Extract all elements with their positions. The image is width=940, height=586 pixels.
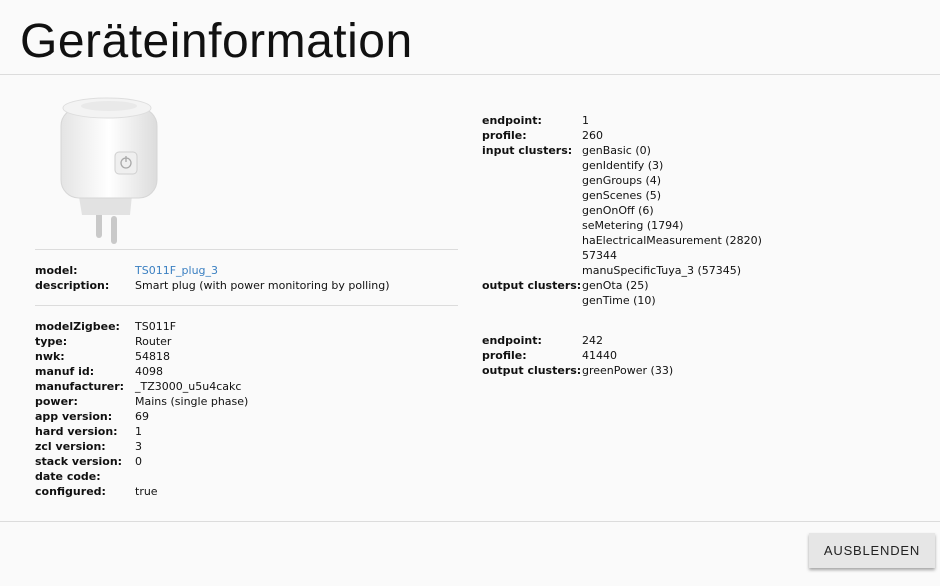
detail-row: type: Router (35, 334, 248, 349)
cluster-item: genIdentify (3) (582, 159, 664, 172)
detail-row: manufacturer: _TZ3000_u5u4cakc (35, 379, 248, 394)
detail-label: type: (35, 335, 68, 348)
endpoint-value: 242 (582, 334, 603, 347)
endpoint-block: endpoint: 1 profile: 260 input clusters: g… (482, 113, 762, 308)
detail-row: manuf id: 4098 (35, 364, 248, 379)
detail-value: 4098 (135, 365, 163, 378)
detail-row: nwk: 54818 (35, 349, 248, 364)
hide-button[interactable]: AUSBLENDEN (809, 533, 935, 568)
output-clusters-list: greenPower (33) (582, 363, 673, 378)
detail-value: 3 (135, 440, 142, 453)
detail-value: _TZ3000_u5u4cakc (135, 380, 242, 393)
detail-label: stack version: (35, 455, 123, 468)
device-details: modelZigbee: TS011F type: Router nwk: 54818… (35, 319, 248, 499)
model-label: model: (35, 264, 78, 277)
detail-row: power: Mains (single phase) (35, 394, 248, 409)
endpoint-label: endpoint: (482, 114, 542, 127)
title-divider (0, 74, 940, 75)
device-summary: model: TS011F_plug_3 description: Smart … (35, 263, 390, 293)
detail-row: modelZigbee: TS011F (35, 319, 248, 334)
detail-value: 54818 (135, 350, 170, 363)
detail-value: Router (135, 335, 172, 348)
model-link[interactable]: TS011F_plug_3 (135, 263, 218, 278)
detail-row: stack version: 0 (35, 454, 248, 469)
description-label: description: (35, 279, 110, 292)
image-divider (35, 249, 458, 250)
cluster-item: genOnOff (6) (582, 204, 654, 217)
detail-label: hard version: (35, 425, 118, 438)
detail-label: configured: (35, 485, 106, 498)
detail-row: zcl version: 3 (35, 439, 248, 454)
profile-label: profile: (482, 129, 527, 142)
detail-value: 1 (135, 425, 142, 438)
output-clusters-label: output clusters: (482, 279, 582, 292)
input-clusters-label: input clusters: (482, 144, 573, 157)
detail-value: 69 (135, 410, 149, 423)
detail-label: nwk: (35, 350, 65, 363)
output-clusters-label: output clusters: (482, 364, 582, 377)
detail-value: Mains (single phase) (135, 395, 249, 408)
cluster-item: 57344 (582, 249, 617, 262)
detail-value: true (135, 485, 158, 498)
detail-value: TS011F (135, 320, 177, 333)
footer-divider (0, 521, 940, 522)
description-value: Smart plug (with power monitoring by pol… (135, 279, 390, 292)
cluster-item: genOta (25) (582, 279, 649, 292)
detail-value: 0 (135, 455, 142, 468)
profile-value: 41440 (582, 349, 617, 362)
detail-row: hard version: 1 (35, 424, 248, 439)
detail-row: app version: 69 (35, 409, 248, 424)
summary-divider (35, 305, 458, 306)
cluster-item: greenPower (33) (582, 364, 674, 377)
cluster-item: genTime (10) (582, 294, 656, 307)
detail-row: date code: (35, 469, 248, 484)
detail-label: manufacturer: (35, 380, 125, 393)
profile-label: profile: (482, 349, 527, 362)
cluster-item: seMetering (1794) (582, 219, 684, 232)
input-clusters-list: genBasic (0) genIdentify (3) genGroups (… (582, 143, 762, 278)
detail-label: modelZigbee: (35, 320, 120, 333)
detail-label: date code: (35, 470, 101, 483)
detail-label: app version: (35, 410, 113, 423)
cluster-item: genScenes (5) (582, 189, 662, 202)
cluster-item: genGroups (4) (582, 174, 662, 187)
cluster-item: haElectricalMeasurement (2820) (582, 234, 762, 247)
profile-value: 260 (582, 129, 603, 142)
endpoint-block: endpoint: 242 profile: 41440 output cluste… (482, 333, 673, 378)
endpoint-value: 1 (582, 114, 589, 127)
output-clusters-list: genOta (25) genTime (10) (582, 278, 656, 308)
cluster-item: manuSpecificTuya_3 (57345) (582, 264, 742, 277)
endpoint-label: endpoint: (482, 334, 542, 347)
cluster-item: genBasic (0) (582, 144, 651, 157)
page-title: Geräteinformation (20, 15, 413, 68)
detail-row: configured: true (35, 484, 248, 499)
device-image (55, 90, 165, 245)
detail-label: power: (35, 395, 78, 408)
detail-label: manuf id: (35, 365, 95, 378)
detail-label: zcl version: (35, 440, 106, 453)
